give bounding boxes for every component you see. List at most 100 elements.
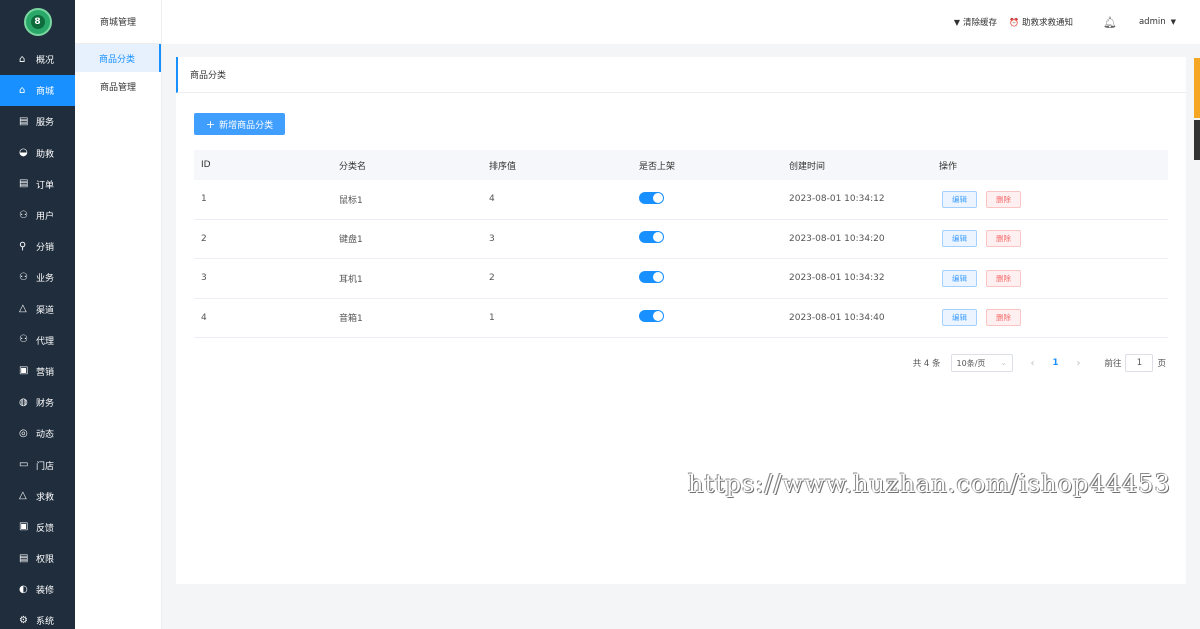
sidebar-item[interactable]: ◎ 动态 [0, 418, 75, 449]
sidebar-item[interactable]: ▣ 营销 [0, 356, 75, 387]
user-icon: ⚇ [19, 209, 28, 221]
edit-button[interactable]: 编辑 [942, 190, 977, 208]
subnav-title: 商城管理 [75, 0, 161, 44]
cell-name: 键盘1 [339, 235, 363, 246]
delete-button[interactable]: 删除 [986, 190, 1021, 208]
rescue-notice-label: 助救求救通知 [1021, 18, 1073, 28]
sidebar-item[interactable]: ◍ 财务 [0, 387, 75, 418]
goto-page-input[interactable]: 1 [1125, 354, 1154, 372]
cell-id: 4 [201, 312, 207, 323]
clear-cache-link[interactable]: ▼ 清除缓存 [953, 16, 997, 29]
subnav-item-category[interactable]: 商品分类 [75, 44, 161, 72]
sidebar-item[interactable]: ⚇ 代理 [0, 325, 75, 356]
add-category-label: 新增商品分类 [219, 120, 274, 131]
column-header-sort: 排序值 [489, 161, 517, 172]
service-icon: ▤ [19, 115, 29, 127]
sidebar-item[interactable]: ▭ 门店 [0, 449, 75, 480]
sidebar-item[interactable]: ⌂ 商城 [0, 75, 75, 107]
cell-on-shelf [639, 231, 789, 246]
column-header-actions: 操作 [939, 161, 958, 172]
sidebar: 8 ⌂ 概况 ⌂ 商城 ▤ 服务 ◒ 助救 ▤ 订单 ⚇ 用户 ⚲ 分销 ⚇ 业务 △ 渠道 ⚇ 代理 ▣ 营销 ◍ 财务 ◎ 动… [0, 0, 75, 629]
sidebar-item-label: 分销 [36, 243, 55, 254]
rescue-notice-link[interactable]: ⏰ 助救求救通知 [1009, 16, 1073, 29]
total-count: 共 4 条 [912, 359, 941, 369]
sidebar-item[interactable]: ⚙ 系统 [0, 605, 75, 629]
sidebar-item[interactable]: △ 求救 [0, 481, 75, 512]
table-body: 1 鼠标1 4 2023-08-01 10:34:12 编辑 删除 2 键盘1 3 2023-08… [194, 180, 1168, 338]
sidebar-item-label: 订单 [36, 180, 55, 191]
on-shelf-toggle[interactable] [639, 270, 664, 283]
sidebar-item[interactable]: ◒ 助救 [0, 138, 75, 169]
delete-button[interactable]: 删除 [986, 269, 1021, 287]
sidebar-item-label: 装修 [36, 586, 55, 597]
logo[interactable]: 8 [23, 8, 52, 36]
on-shelf-toggle[interactable] [639, 310, 664, 323]
sidebar-item-label: 渠道 [36, 305, 55, 316]
decorate-icon: ◐ [19, 583, 28, 595]
pagination: 共 4 条 10条/页 ⌄ ‹ 1 › 前往 1 页 [913, 354, 1166, 372]
watermark: https://www.huzhan.com/ishop44453 [688, 470, 1171, 498]
sidebar-item[interactable]: ▤ 服务 [0, 106, 75, 137]
home-icon: ⌂ [19, 53, 26, 65]
sidebar-item[interactable]: ▤ 订单 [0, 169, 75, 200]
content-card: 商品分类 + 新增商品分类 ID 分类名 排序值 是否上架 创建时间 操作 1 鼠… [176, 57, 1186, 584]
distribution-icon: ⚲ [19, 240, 27, 252]
broom-icon: ▼ [953, 17, 960, 27]
sidebar-item[interactable]: ◐ 装修 [0, 574, 75, 605]
cell-id: 3 [201, 273, 207, 284]
cell-id: 2 [201, 233, 207, 244]
side-tab-dark[interactable] [1194, 120, 1200, 160]
sidebar-item-label: 用户 [36, 212, 55, 223]
chevron-down-icon: ⌄ [1000, 359, 1007, 367]
add-category-button[interactable]: + 新增商品分类 [194, 113, 285, 135]
subnav-item-products[interactable]: 商品管理 [75, 72, 161, 100]
sidebar-item[interactable]: ⚲ 分销 [0, 231, 75, 262]
edit-button[interactable]: 编辑 [942, 309, 977, 327]
sidebar-item[interactable]: ⚇ 用户 [0, 200, 75, 231]
edit-button[interactable]: 编辑 [942, 269, 977, 287]
delete-button[interactable]: 删除 [986, 230, 1021, 248]
category-table: ID 分类名 排序值 是否上架 创建时间 操作 1 鼠标1 4 2023-08-01 … [194, 150, 1168, 338]
on-shelf-toggle[interactable] [639, 191, 664, 204]
store-icon: ▭ [19, 459, 29, 471]
user-menu[interactable]: admin ▼ [1139, 17, 1176, 27]
settings-icon: ⚙ [19, 614, 28, 626]
cell-sort: 3 [489, 233, 495, 244]
on-shelf-toggle[interactable] [639, 231, 664, 244]
table-row: 1 鼠标1 4 2023-08-01 10:34:12 编辑 删除 [194, 180, 1168, 220]
caret-down-icon: ▼ [1170, 18, 1176, 26]
sidebar-item[interactable]: ▣ 反馈 [0, 512, 75, 543]
column-header-name: 分类名 [339, 161, 367, 172]
current-page[interactable]: 1 [1053, 358, 1059, 368]
cell-actions: 编辑 删除 [939, 309, 1089, 327]
username: admin [1138, 17, 1166, 27]
delete-button[interactable]: 删除 [986, 309, 1021, 327]
notification-bell-icon[interactable]: 🔔︎ [1103, 16, 1117, 29]
subnav-item-label: 商品分类 [98, 54, 135, 65]
sidebar-item[interactable]: △ 渠道 [0, 294, 75, 325]
subnav-item-label: 商品管理 [99, 82, 136, 93]
sidebar-item-label: 财务 [36, 399, 55, 410]
cell-name: 耳机1 [339, 274, 363, 285]
card-title: 商品分类 [176, 57, 1186, 93]
sidebar-item[interactable]: ⚇ 业务 [0, 262, 75, 293]
cell-created: 2023-08-01 10:34:40 [789, 312, 885, 323]
finance-icon: ◍ [19, 396, 28, 408]
page-size-value: 10条/页 [956, 358, 986, 368]
sidebar-item-label: 商城 [36, 87, 55, 98]
sub-navigation: 商城管理 商品分类 商品管理 [75, 0, 162, 629]
table-row: 4 音箱1 1 2023-08-01 10:34:40 编辑 删除 [194, 299, 1168, 338]
prev-page-icon[interactable]: ‹ [1031, 358, 1035, 369]
compass-icon: ◎ [19, 427, 28, 439]
column-header-on-shelf: 是否上架 [639, 161, 676, 172]
edit-button[interactable]: 编辑 [942, 230, 977, 248]
alarm-icon: ⏰ [1009, 17, 1019, 27]
sidebar-item[interactable]: ⌂ 概况 [0, 44, 75, 75]
goto-unit: 页 [1157, 359, 1166, 369]
side-tab-orange[interactable] [1194, 58, 1200, 118]
page-size-select[interactable]: 10条/页 ⌄ [950, 354, 1013, 372]
sidebar-item[interactable]: ▤ 权限 [0, 543, 75, 574]
table-row: 2 键盘1 3 2023-08-01 10:34:20 编辑 删除 [194, 220, 1168, 259]
cell-created: 2023-08-01 10:34:20 [789, 233, 885, 244]
next-page-icon[interactable]: › [1076, 358, 1080, 369]
